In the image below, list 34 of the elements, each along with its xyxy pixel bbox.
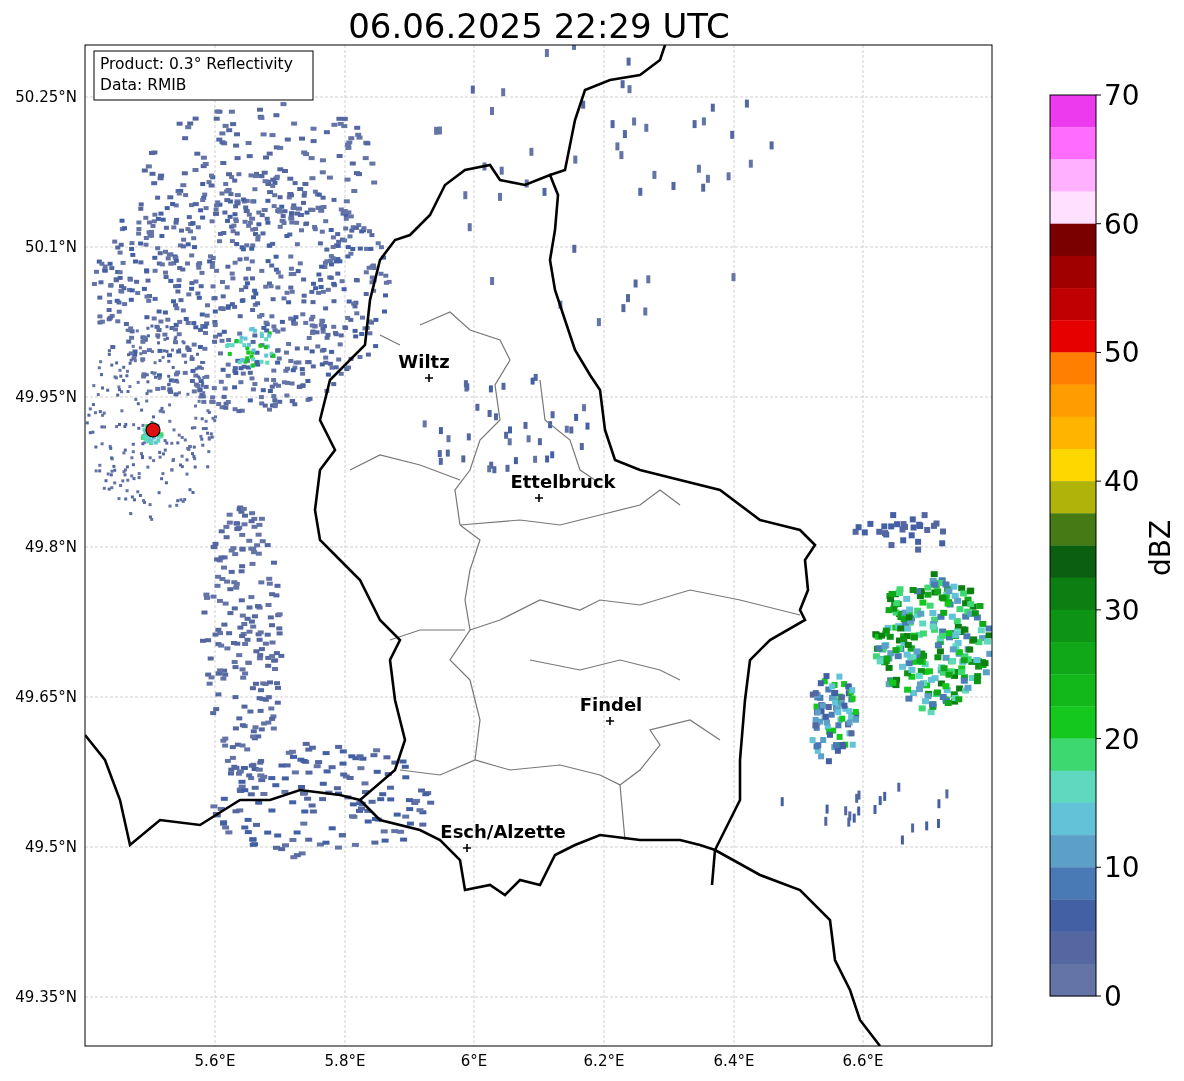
longitude-label: 6.4°E <box>713 1052 755 1070</box>
city-label: Findel <box>579 694 643 715</box>
latitude-label: 50.25°N <box>15 88 77 106</box>
longitude-label: 6.2°E <box>583 1052 625 1070</box>
latitude-label: 49.95°N <box>15 388 77 406</box>
colorbar-label: dBZ <box>1144 519 1177 577</box>
colorbar-tick-label: 30 <box>1104 593 1140 627</box>
city-marker-icon <box>462 843 472 853</box>
longitude-label: 5.8°E <box>324 1052 366 1070</box>
colorbar-tick-label: 10 <box>1104 851 1140 885</box>
longitude-label: 6.6°E <box>842 1052 884 1070</box>
latitude-label: 49.5°N <box>24 838 77 856</box>
colorbar-tick-label: 0 <box>1104 980 1122 1013</box>
info-text: Data: RMIB <box>100 76 187 94</box>
colorbar-tick-label: 70 <box>1104 79 1140 112</box>
latitude-label: 49.35°N <box>15 988 77 1006</box>
colorbar-tick-label: 20 <box>1104 722 1140 756</box>
chart-title: 06.06.2025 22:29 UTC <box>348 6 730 46</box>
latitude-label: 49.8°N <box>24 538 77 556</box>
longitude-label: 6°E <box>460 1052 488 1070</box>
city-marker-icon <box>605 716 615 726</box>
latitude-label: 49.65°N <box>15 688 77 706</box>
radar-site-marker <box>145 422 161 438</box>
colorbar-tick-label: 40 <box>1104 465 1140 499</box>
city-label: Ettelbruck <box>510 471 616 492</box>
info-text: Product: 0.3° Reflectivity <box>100 55 293 73</box>
latitude-label: 50.1°N <box>24 238 77 256</box>
city-marker-icon <box>534 493 544 503</box>
colorbar-tick-label: 60 <box>1104 207 1140 241</box>
longitude-label: 5.6°E <box>194 1052 236 1070</box>
colorbar-tick-label: 50 <box>1104 336 1140 370</box>
city-label: Esch/Alzette <box>440 821 566 842</box>
city-label: Wiltz <box>398 351 450 372</box>
city-marker-icon <box>424 373 434 383</box>
